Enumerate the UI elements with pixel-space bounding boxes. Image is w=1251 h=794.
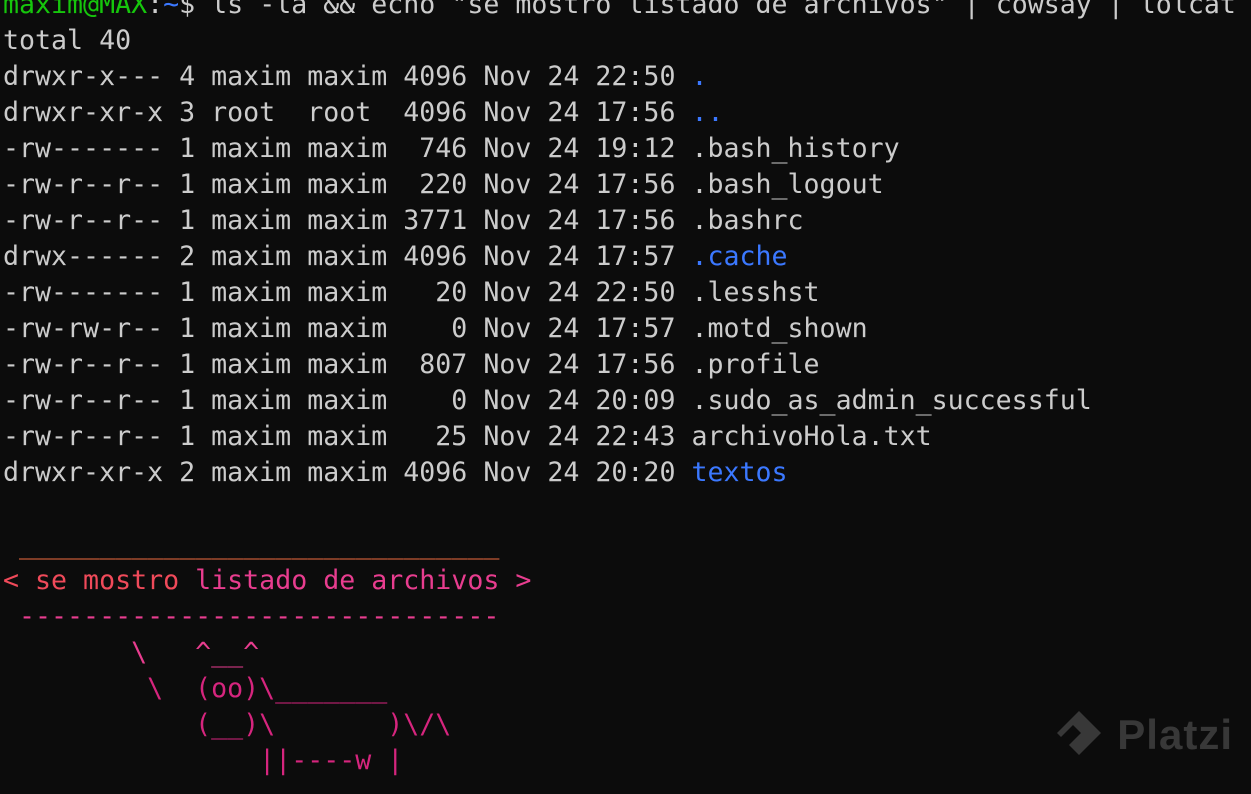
- prompt-user-host: maxim@MAX: [3, 0, 148, 20]
- prompt-path: ~: [163, 0, 180, 20]
- cow-art-line-1: \ ^__^: [3, 637, 260, 668]
- file-metadata: -rw-r--r-- 1 maxim maxim 3771 Nov 24 17:…: [3, 205, 692, 236]
- file-metadata: drwx------ 2 maxim maxim 4096 Nov 24 17:…: [3, 241, 692, 272]
- listing-total: total 40: [3, 25, 132, 56]
- file-metadata: -rw-r--r-- 1 maxim maxim 0 Nov 24 20:09: [3, 385, 692, 416]
- cowsay-message-part-2: listado de archivos >: [195, 565, 532, 596]
- prompt-line: maxim@MAX:~$ ls -la && echo "se mostro l…: [3, 0, 1251, 23]
- listing-row: drwx------ 2 maxim maxim 4096 Nov 24 17:…: [3, 239, 1251, 275]
- directory-name: textos: [691, 457, 788, 488]
- file-name: .lesshst: [691, 277, 820, 308]
- cow-art-line-5: || ||: [3, 779, 1251, 781]
- file-metadata: drwxr-xr-x 2 maxim maxim 4096 Nov 24 20:…: [3, 457, 692, 488]
- file-name: .sudo_as_admin_successful: [691, 385, 1092, 416]
- platzi-watermark: Platzi: [1051, 707, 1233, 763]
- file-metadata: -rw-r--r-- 1 maxim maxim 25 Nov 24 22:43: [3, 421, 692, 452]
- prompt-separator: :: [147, 0, 164, 20]
- listing-row: -rw------- 1 maxim maxim 20 Nov 24 22:50…: [3, 275, 1251, 311]
- file-name: .motd_shown: [691, 313, 868, 344]
- cowsay-message-part-1: < se mostro: [3, 565, 196, 596]
- listing-row: -rw-r--r-- 1 maxim maxim 807 Nov 24 17:5…: [3, 347, 1251, 383]
- cowsay-bottom-border: ------------------------------: [3, 601, 500, 632]
- file-metadata: drwxr-xr-x 3 root root 4096 Nov 24 17:56: [3, 97, 692, 128]
- command-text: ls -la && echo "se mostro listado de arc…: [195, 0, 1236, 20]
- file-name: .bashrc: [691, 205, 804, 236]
- file-metadata: -rw-r--r-- 1 maxim maxim 807 Nov 24 17:5…: [3, 349, 692, 380]
- listing-row: drwxr-xr-x 3 root root 4096 Nov 24 17:56…: [3, 95, 1251, 131]
- file-listing: drwxr-x--- 4 maxim maxim 4096 Nov 24 22:…: [3, 59, 1251, 491]
- file-metadata: drwxr-x--- 4 maxim maxim 4096 Nov 24 22:…: [3, 61, 692, 92]
- file-name: archivoHola.txt: [691, 421, 932, 452]
- file-name: .bash_logout: [691, 169, 884, 200]
- listing-row: drwxr-xr-x 2 maxim maxim 4096 Nov 24 20:…: [3, 455, 1251, 491]
- file-metadata: -rw-rw-r-- 1 maxim maxim 0 Nov 24 17:57: [3, 313, 692, 344]
- directory-name: ..: [691, 97, 724, 128]
- listing-row: -rw-r--r-- 1 maxim maxim 3771 Nov 24 17:…: [3, 203, 1251, 239]
- listing-row: -rw-rw-r-- 1 maxim maxim 0 Nov 24 17:57 …: [3, 311, 1251, 347]
- file-metadata: -rw------- 1 maxim maxim 746 Nov 24 19:1…: [3, 133, 692, 164]
- file-name: .bash_history: [691, 133, 900, 164]
- prompt-symbol: $: [179, 0, 196, 20]
- listing-row: -rw-r--r-- 1 maxim maxim 25 Nov 24 22:43…: [3, 419, 1251, 455]
- listing-row: -rw-r--r-- 1 maxim maxim 220 Nov 24 17:5…: [3, 167, 1251, 203]
- directory-name: .: [691, 61, 708, 92]
- cowsay-top-border: ______________________________: [3, 529, 500, 560]
- directory-name: .cache: [691, 241, 788, 272]
- file-metadata: -rw------- 1 maxim maxim 20 Nov 24 22:50: [3, 277, 692, 308]
- listing-row: -rw------- 1 maxim maxim 746 Nov 24 19:1…: [3, 131, 1251, 167]
- cow-art-line-2: \ (oo)\_______: [3, 673, 388, 704]
- listing-row: -rw-r--r-- 1 maxim maxim 0 Nov 24 20:09 …: [3, 383, 1251, 419]
- cowsay-message: < se mostro listado de archivos >: [3, 563, 1251, 599]
- listing-row: drwxr-x--- 4 maxim maxim 4096 Nov 24 22:…: [3, 59, 1251, 95]
- watermark-text: Platzi: [1117, 711, 1233, 758]
- file-metadata: -rw-r--r-- 1 maxim maxim 220 Nov 24 17:5…: [3, 169, 692, 200]
- terminal-window[interactable]: maxim@MAX:~$ ls -la && echo "se mostro l…: [0, 0, 1251, 781]
- file-name: .profile: [691, 349, 820, 380]
- platzi-logo-icon: [1051, 707, 1107, 763]
